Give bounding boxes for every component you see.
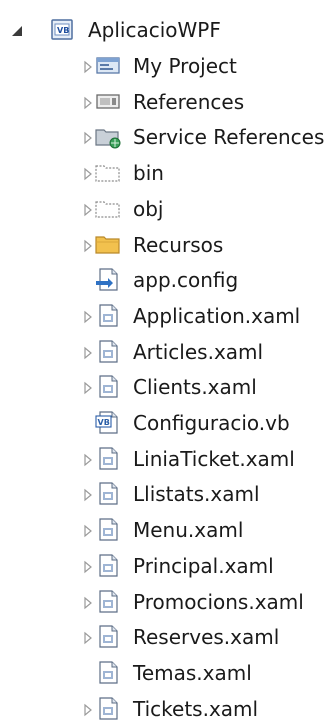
collapsed-arrow-icon[interactable]: [81, 345, 95, 359]
tree-item[interactable]: Promocions.xaml: [0, 584, 328, 620]
folder-icon: [94, 232, 122, 258]
tree-item[interactable]: Articles.xaml: [0, 334, 328, 370]
collapsed-arrow-icon[interactable]: [81, 130, 95, 145]
tree-root-row[interactable]: VB AplicacioWPF: [0, 12, 328, 48]
tree-item[interactable]: Temas.xaml: [0, 655, 328, 691]
tree-item-label[interactable]: Application.xaml: [133, 298, 300, 334]
tree-item-label[interactable]: Llistats.xaml: [133, 476, 260, 512]
collapsed-arrow-icon[interactable]: [81, 59, 95, 74]
vb-project-icon: VB: [49, 17, 77, 43]
collapsed-arrow-icon[interactable]: [81, 523, 95, 538]
svg-text:VB: VB: [57, 26, 69, 35]
tree-item-label[interactable]: Principal.xaml: [133, 548, 274, 584]
tree-item-label[interactable]: LiniaTicket.xaml: [133, 441, 295, 477]
svg-text:VB: VB: [98, 418, 110, 427]
tree-item[interactable]: Menu.xaml: [0, 512, 328, 548]
tree-item-label[interactable]: Service References: [133, 119, 324, 155]
tree-item[interactable]: Service References: [0, 119, 328, 155]
tree-root-label[interactable]: AplicacioWPF: [88, 12, 221, 48]
tree-item[interactable]: LiniaTicket.xaml: [0, 441, 328, 477]
tree-item[interactable]: Recursos: [0, 227, 328, 263]
folder-outline-icon: [94, 160, 122, 186]
tree-item-label[interactable]: Articles.xaml: [133, 334, 263, 370]
collapsed-arrow-icon[interactable]: [81, 559, 95, 574]
tree-item[interactable]: Reserves.xaml: [0, 619, 328, 655]
collapsed-arrow-icon[interactable]: [81, 595, 95, 609]
collapsed-arrow-icon[interactable]: [81, 702, 95, 716]
collapsed-arrow-icon[interactable]: [81, 380, 95, 395]
tree-item[interactable]: VB Configuracio.vb: [0, 405, 328, 441]
tree-item[interactable]: app.config: [0, 262, 328, 298]
xaml-file-icon: [94, 339, 122, 365]
xaml-file-icon: [94, 553, 122, 579]
expanded-arrow-icon[interactable]: [10, 23, 24, 37]
tree-item[interactable]: Llistats.xaml: [0, 476, 328, 512]
collapsed-arrow-icon[interactable]: [81, 238, 95, 252]
xaml-file-icon: [94, 660, 122, 686]
tree-item-label[interactable]: app.config: [133, 262, 238, 298]
vb-file-icon: VB: [94, 410, 122, 436]
collapsed-arrow-icon[interactable]: [81, 95, 95, 109]
xaml-file-icon: [94, 624, 122, 650]
tree-item[interactable]: Clients.xaml: [0, 369, 328, 405]
tree-item-label[interactable]: Menu.xaml: [133, 512, 243, 548]
tree-item[interactable]: Tickets.xaml: [0, 691, 328, 727]
collapsed-arrow-icon[interactable]: [81, 630, 95, 645]
tree-item-label[interactable]: My Project: [133, 48, 237, 84]
my-project-icon: [94, 53, 122, 79]
tree-item[interactable]: My Project: [0, 48, 328, 84]
tree-item-label[interactable]: References: [133, 84, 244, 120]
collapsed-arrow-icon[interactable]: [81, 166, 95, 181]
tree-item-label[interactable]: Reserves.xaml: [133, 619, 279, 655]
solution-explorer-tree: VB AplicacioWPF My Project References Serv…: [0, 0, 328, 727]
tree-item-label[interactable]: Configuracio.vb: [133, 405, 290, 441]
config-file-icon: [94, 267, 122, 293]
collapsed-arrow-icon[interactable]: [81, 452, 95, 466]
tree-item[interactable]: References: [0, 84, 328, 120]
xaml-file-icon: [94, 481, 122, 507]
xaml-file-icon: [94, 517, 122, 543]
collapsed-arrow-icon[interactable]: [81, 202, 95, 217]
collapsed-arrow-icon[interactable]: [81, 309, 95, 324]
folder-outline-icon: [94, 196, 122, 222]
tree-item-label[interactable]: Clients.xaml: [133, 369, 257, 405]
tree-item[interactable]: Application.xaml: [0, 298, 328, 334]
xaml-file-icon: [94, 303, 122, 329]
xaml-file-icon: [94, 446, 122, 472]
xaml-file-icon: [94, 696, 122, 722]
tree-item-label[interactable]: obj: [133, 191, 164, 227]
tree-item[interactable]: Principal.xaml: [0, 548, 328, 584]
service-references-icon: [94, 124, 122, 150]
tree-item-label[interactable]: Promocions.xaml: [133, 584, 304, 620]
xaml-file-icon: [94, 374, 122, 400]
collapsed-arrow-icon[interactable]: [81, 487, 95, 502]
references-icon: [94, 89, 122, 115]
tree-item-label[interactable]: Tickets.xaml: [133, 691, 258, 727]
tree-item[interactable]: obj: [0, 191, 328, 227]
tree-item-label[interactable]: Recursos: [133, 227, 223, 263]
tree-item-label[interactable]: bin: [133, 155, 164, 191]
tree-item-label[interactable]: Temas.xaml: [133, 655, 252, 691]
xaml-file-icon: [94, 589, 122, 615]
tree-item[interactable]: bin: [0, 155, 328, 191]
